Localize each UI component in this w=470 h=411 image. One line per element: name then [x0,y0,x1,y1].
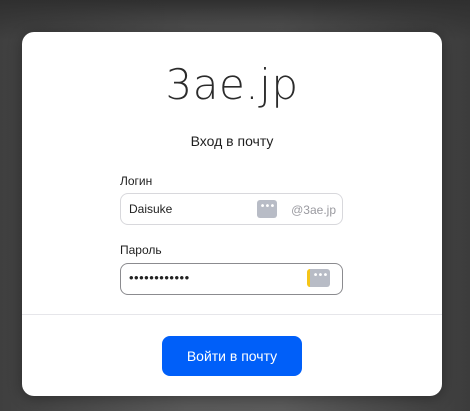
login-submit-button[interactable]: Войти в почту [162,336,302,376]
password-manager-icon[interactable]: ••• [307,269,330,287]
login-label: Логин [120,174,153,188]
password-field[interactable]: •••••••••••• ••• [120,263,343,295]
login-field[interactable]: Daisuke ••• @3ae.jp [120,193,343,225]
divider [22,314,442,315]
password-manager-icon[interactable]: ••• [257,200,277,218]
password-value: •••••••••••• [129,270,190,285]
dialog-title: Вход в почту [190,133,274,149]
logo: 3ae.jp [165,60,299,109]
domain-suffix: @3ae.jp [291,203,336,217]
login-dialog: 3ae.jp Вход в почту Логин Daisuke ••• @3… [22,32,442,396]
login-value: Daisuke [129,202,173,216]
password-label: Пароль [120,243,162,257]
